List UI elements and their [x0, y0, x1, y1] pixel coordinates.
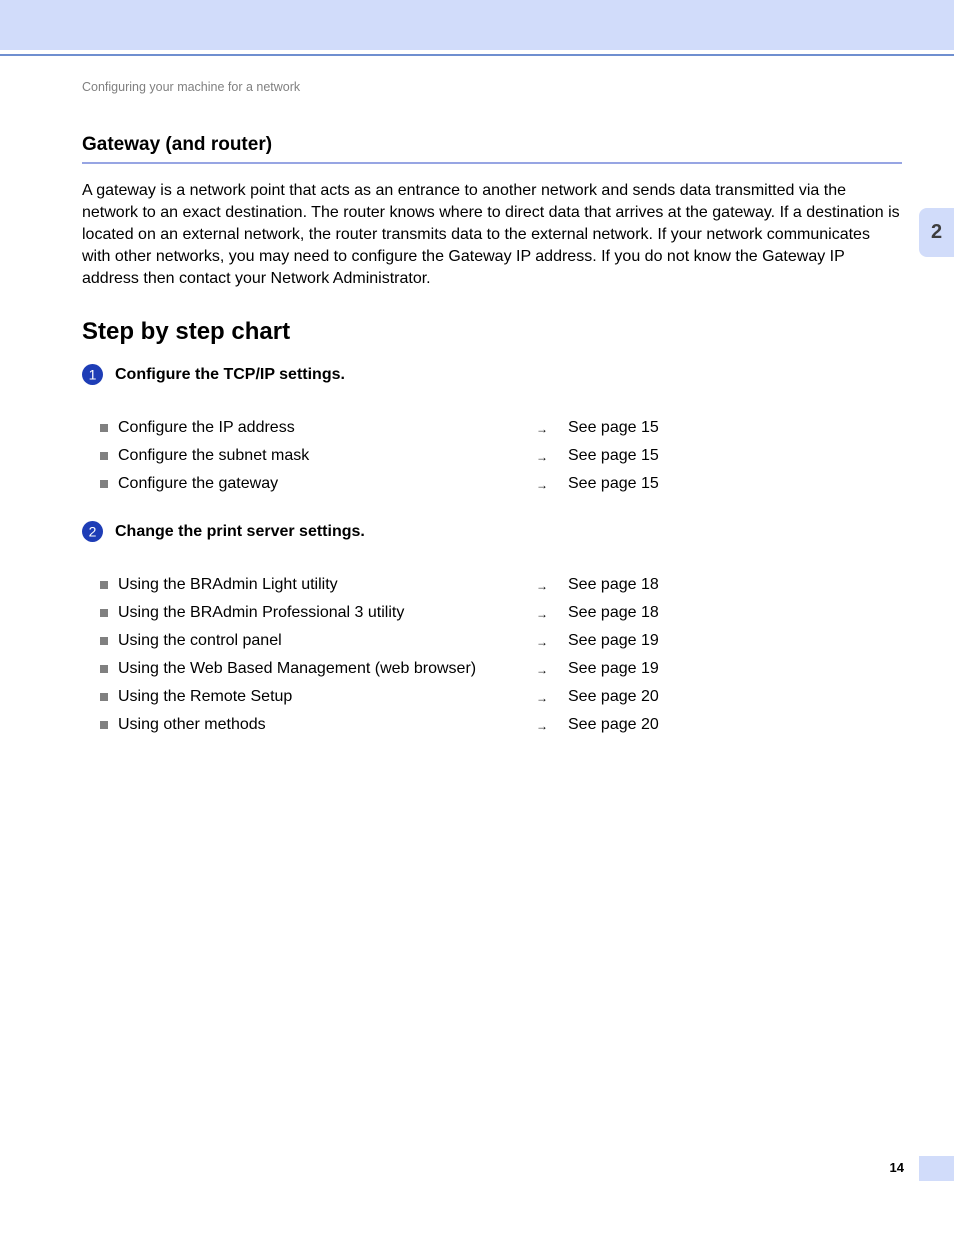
step-1-title: Configure the TCP/IP settings. [115, 366, 345, 384]
page-ref[interactable]: See page 15 [568, 419, 659, 437]
item-label: Using the control panel [118, 632, 508, 650]
section-title-gateway: Gateway (and router) [82, 134, 902, 164]
arrow-icon: → [508, 688, 568, 705]
top-header-rule [0, 54, 954, 56]
page-ref[interactable]: See page 20 [568, 716, 659, 734]
arrow-icon: → [508, 632, 568, 649]
page-number: 14 [890, 1160, 904, 1175]
top-header-bar [0, 0, 954, 50]
item-label: Using other methods [118, 716, 508, 734]
arrow-icon: → [508, 716, 568, 733]
page-ref[interactable]: See page 20 [568, 688, 659, 706]
arrow-icon: → [508, 604, 568, 621]
square-bullet-icon [100, 452, 110, 462]
svg-text:1: 1 [89, 367, 97, 383]
svg-text:2: 2 [89, 524, 97, 540]
square-bullet-icon [100, 480, 110, 490]
square-bullet-icon [100, 665, 110, 675]
step-1-item-2: Configure the gateway → See page 15 [100, 475, 902, 493]
arrow-icon: → [508, 475, 568, 492]
corner-accent [919, 1156, 954, 1181]
arrow-icon: → [508, 660, 568, 677]
step-1-item-1: Configure the subnet mask → See page 15 [100, 447, 902, 465]
step-2-circle-icon: 2 [82, 521, 103, 542]
item-label: Using the BRAdmin Professional 3 utility [118, 604, 508, 622]
breadcrumb: Configuring your machine for a network [82, 80, 902, 94]
step-2-item-1: Using the BRAdmin Professional 3 utility… [100, 604, 902, 622]
page-ref[interactable]: See page 15 [568, 447, 659, 465]
step-2-item-3: Using the Web Based Management (web brow… [100, 660, 902, 678]
item-label: Configure the IP address [118, 419, 508, 437]
page-ref[interactable]: See page 18 [568, 604, 659, 622]
step-1-circle-icon: 1 [82, 364, 103, 385]
page-ref[interactable]: See page 15 [568, 475, 659, 493]
page-ref[interactable]: See page 19 [568, 632, 659, 650]
step-2-item-2: Using the control panel → See page 19 [100, 632, 902, 650]
item-label: Using the BRAdmin Light utility [118, 576, 508, 594]
square-bullet-icon [100, 581, 110, 591]
item-label: Using the Remote Setup [118, 688, 508, 706]
item-label: Using the Web Based Management (web brow… [118, 660, 508, 678]
chapter-tab: 2 [919, 208, 954, 257]
square-bullet-icon [100, 693, 110, 703]
page-ref[interactable]: See page 19 [568, 660, 659, 678]
step-1-item-0: Configure the IP address → See page 15 [100, 419, 902, 437]
heading-step-chart: Step by step chart [82, 318, 902, 346]
square-bullet-icon [100, 424, 110, 434]
square-bullet-icon [100, 609, 110, 619]
step-2-item-4: Using the Remote Setup → See page 20 [100, 688, 902, 706]
step-2-title: Change the print server settings. [115, 523, 365, 541]
page-ref[interactable]: See page 18 [568, 576, 659, 594]
arrow-icon: → [508, 447, 568, 464]
square-bullet-icon [100, 721, 110, 731]
item-label: Configure the gateway [118, 475, 508, 493]
step-2-header: 2 Change the print server settings. [82, 521, 902, 542]
page-content: Configuring your machine for a network G… [82, 80, 902, 744]
step-2-item-5: Using other methods → See page 20 [100, 716, 902, 734]
arrow-icon: → [508, 419, 568, 436]
arrow-icon: → [508, 576, 568, 593]
item-label: Configure the subnet mask [118, 447, 508, 465]
step-2-item-0: Using the BRAdmin Light utility → See pa… [100, 576, 902, 594]
section-paragraph: A gateway is a network point that acts a… [82, 180, 902, 290]
square-bullet-icon [100, 637, 110, 647]
step-1-header: 1 Configure the TCP/IP settings. [82, 364, 902, 385]
